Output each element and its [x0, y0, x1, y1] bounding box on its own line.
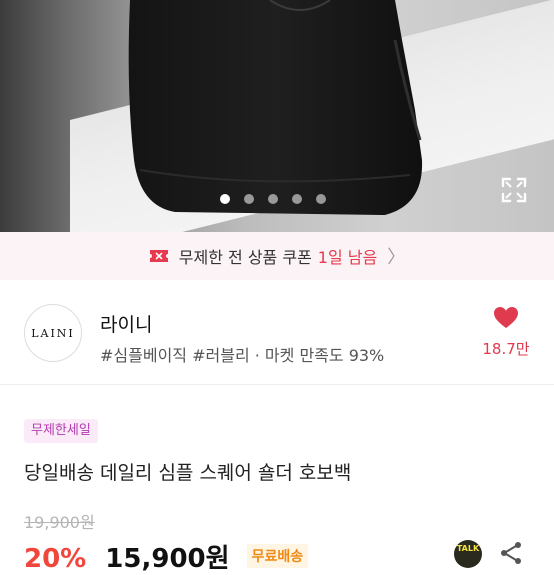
product-image[interactable]	[0, 0, 554, 232]
coupon-text: 무제한 전 상품 쿠폰	[178, 248, 312, 267]
shop-tags: #심플베이직 #러블리 · 마켓 만족도 93%	[100, 346, 385, 365]
heart-icon[interactable]	[493, 306, 519, 330]
sale-price: 15,900원	[105, 544, 230, 574]
sale-badge: 무제한세일	[24, 419, 98, 443]
like-button[interactable]: 18.7만	[476, 306, 536, 359]
gallery-dot[interactable]	[244, 194, 254, 204]
coupon-banner[interactable]: 무제한 전 상품 쿠폰 1일 남음 〉	[0, 232, 554, 280]
gallery-indicator[interactable]	[220, 193, 326, 205]
share-icon[interactable]	[498, 540, 524, 566]
free-shipping-badge: 무료배송	[246, 544, 309, 568]
chevron-right-icon: 〉	[387, 247, 406, 268]
expand-icon[interactable]	[500, 176, 528, 204]
coupon-remaining: 1일 남음	[317, 248, 378, 267]
like-count: 18.7만	[482, 340, 530, 358]
shop-name[interactable]: 라이니	[100, 310, 152, 337]
coupon-icon	[149, 250, 168, 262]
product-title: 당일배송 데일리 심플 스퀘어 숄더 호보백	[24, 462, 352, 484]
original-price: 19,900원	[24, 513, 95, 532]
discount-rate: 20%	[24, 544, 87, 574]
gallery-dot[interactable]	[316, 194, 326, 204]
gallery-dot[interactable]	[268, 194, 278, 204]
shop-logo[interactable]: LAINI	[24, 304, 82, 362]
price-row: 20% 15,900원 무료배송	[24, 538, 309, 574]
talk-chat-button[interactable]: TALK	[454, 540, 482, 568]
gallery-dot[interactable]	[292, 194, 302, 204]
shop-info[interactable]: LAINI 라이니 #심플베이직 #러블리 · 마켓 만족도 93% 18.7만	[0, 280, 554, 385]
gallery-dot[interactable]	[220, 194, 230, 204]
